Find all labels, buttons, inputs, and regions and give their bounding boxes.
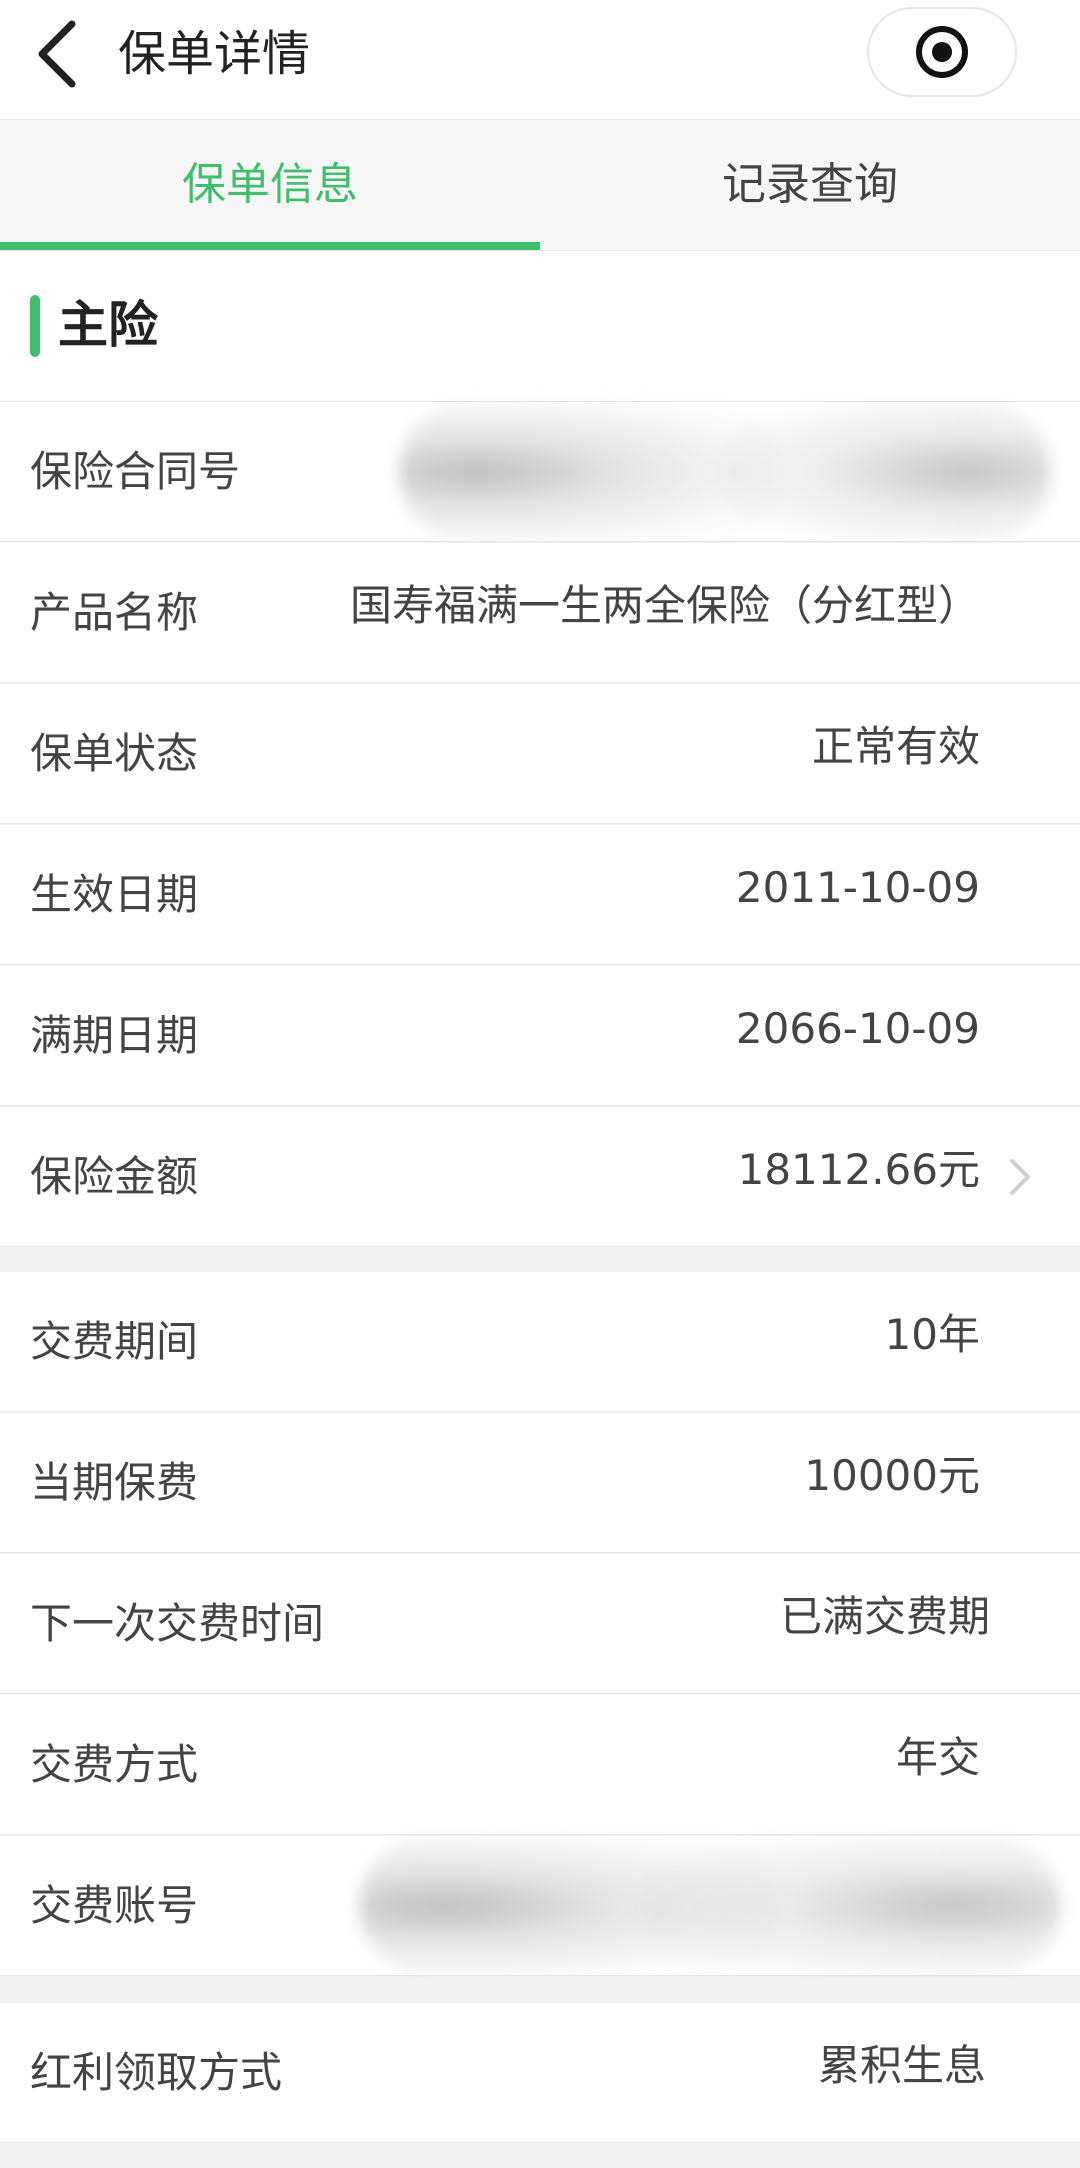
- row-label: 保单状态: [30, 729, 199, 778]
- row-label: 生效日期: [30, 870, 199, 919]
- tab-record-query[interactable]: 记录查询: [540, 120, 1080, 250]
- row-label: 交费账号: [30, 1881, 199, 1930]
- redacted-value: [640, 1836, 1060, 1976]
- row-effective-date: 生效日期 2011-10-09: [0, 825, 1080, 965]
- row-payment-account: 交费账号: [0, 1836, 1080, 1976]
- row-value: 正常有效: [811, 722, 980, 771]
- row-current-premium: 当期保费 10000元: [0, 1413, 1080, 1553]
- row-value: 18112.66元: [737, 1145, 980, 1194]
- row-value: 国寿福满一生两全保险（分红型）: [349, 581, 980, 630]
- row-value: 已满交费期: [779, 1592, 990, 1641]
- row-label: 产品名称: [30, 588, 199, 637]
- section-title: 主险: [58, 296, 158, 354]
- row-product-name: 产品名称 国寿福满一生两全保险（分红型）: [0, 543, 1080, 683]
- row-label: 交费方式: [30, 1740, 199, 1789]
- row-value: 10000元: [804, 1451, 980, 1500]
- row-value: 2011-10-09: [735, 863, 980, 912]
- redacted-value: [720, 402, 1050, 542]
- chevron-left-icon: [38, 20, 76, 88]
- header-bar: 保单详情: [0, 0, 1080, 120]
- row-label: 保险金额: [30, 1152, 199, 1201]
- row-value: 2066-10-09: [735, 1004, 980, 1053]
- page-title: 保单详情: [118, 26, 311, 82]
- active-tab-indicator: [0, 242, 540, 250]
- row-payment-period: 交费期间 10年: [0, 1272, 1080, 1412]
- target-record-icon: [916, 26, 968, 78]
- row-next-payment-time: 下一次交费时间 已满交费期: [0, 1554, 1080, 1694]
- row-value: 年交: [895, 1733, 980, 1782]
- row-value: 10年: [884, 1310, 980, 1359]
- row-value: 累积生息: [817, 2041, 986, 2090]
- row-label: 下一次交费时间: [30, 1599, 325, 1648]
- section-accent-bar: [30, 295, 40, 357]
- policy-detail-page: 保单详情 保单信息 记录查询 主险 保险合同号 产品名称 国寿福满一生两全保险（…: [0, 0, 1080, 2168]
- row-label: 保险合同号: [30, 447, 241, 496]
- tab-bar: 保单信息 记录查询: [0, 120, 1080, 251]
- row-label: 红利领取方式: [30, 2048, 283, 2097]
- chevron-right-icon: [1010, 1159, 1030, 1195]
- capsule-menu-button[interactable]: [867, 7, 1017, 97]
- row-payment-method: 交费方式 年交: [0, 1695, 1080, 1835]
- row-sum-insured[interactable]: 保险金额 18112.66元: [0, 1107, 1080, 1247]
- tab-policy-info[interactable]: 保单信息: [0, 120, 540, 250]
- row-maturity-date: 满期日期 2066-10-09: [0, 966, 1080, 1106]
- section-header-main-insurance: 主险: [0, 251, 1080, 402]
- section-divider: [0, 1977, 1080, 2003]
- row-contract-number: 保险合同号: [0, 402, 1080, 542]
- back-button[interactable]: [26, 14, 90, 94]
- row-label: 当期保费: [30, 1458, 199, 1507]
- row-dividend-method: 红利领取方式 累积生息: [0, 2003, 1080, 2143]
- row-policy-status: 保单状态 正常有效: [0, 684, 1080, 824]
- row-label: 交费期间: [30, 1317, 199, 1366]
- row-label: 满期日期: [30, 1011, 199, 1060]
- section-divider: [0, 1248, 1080, 1272]
